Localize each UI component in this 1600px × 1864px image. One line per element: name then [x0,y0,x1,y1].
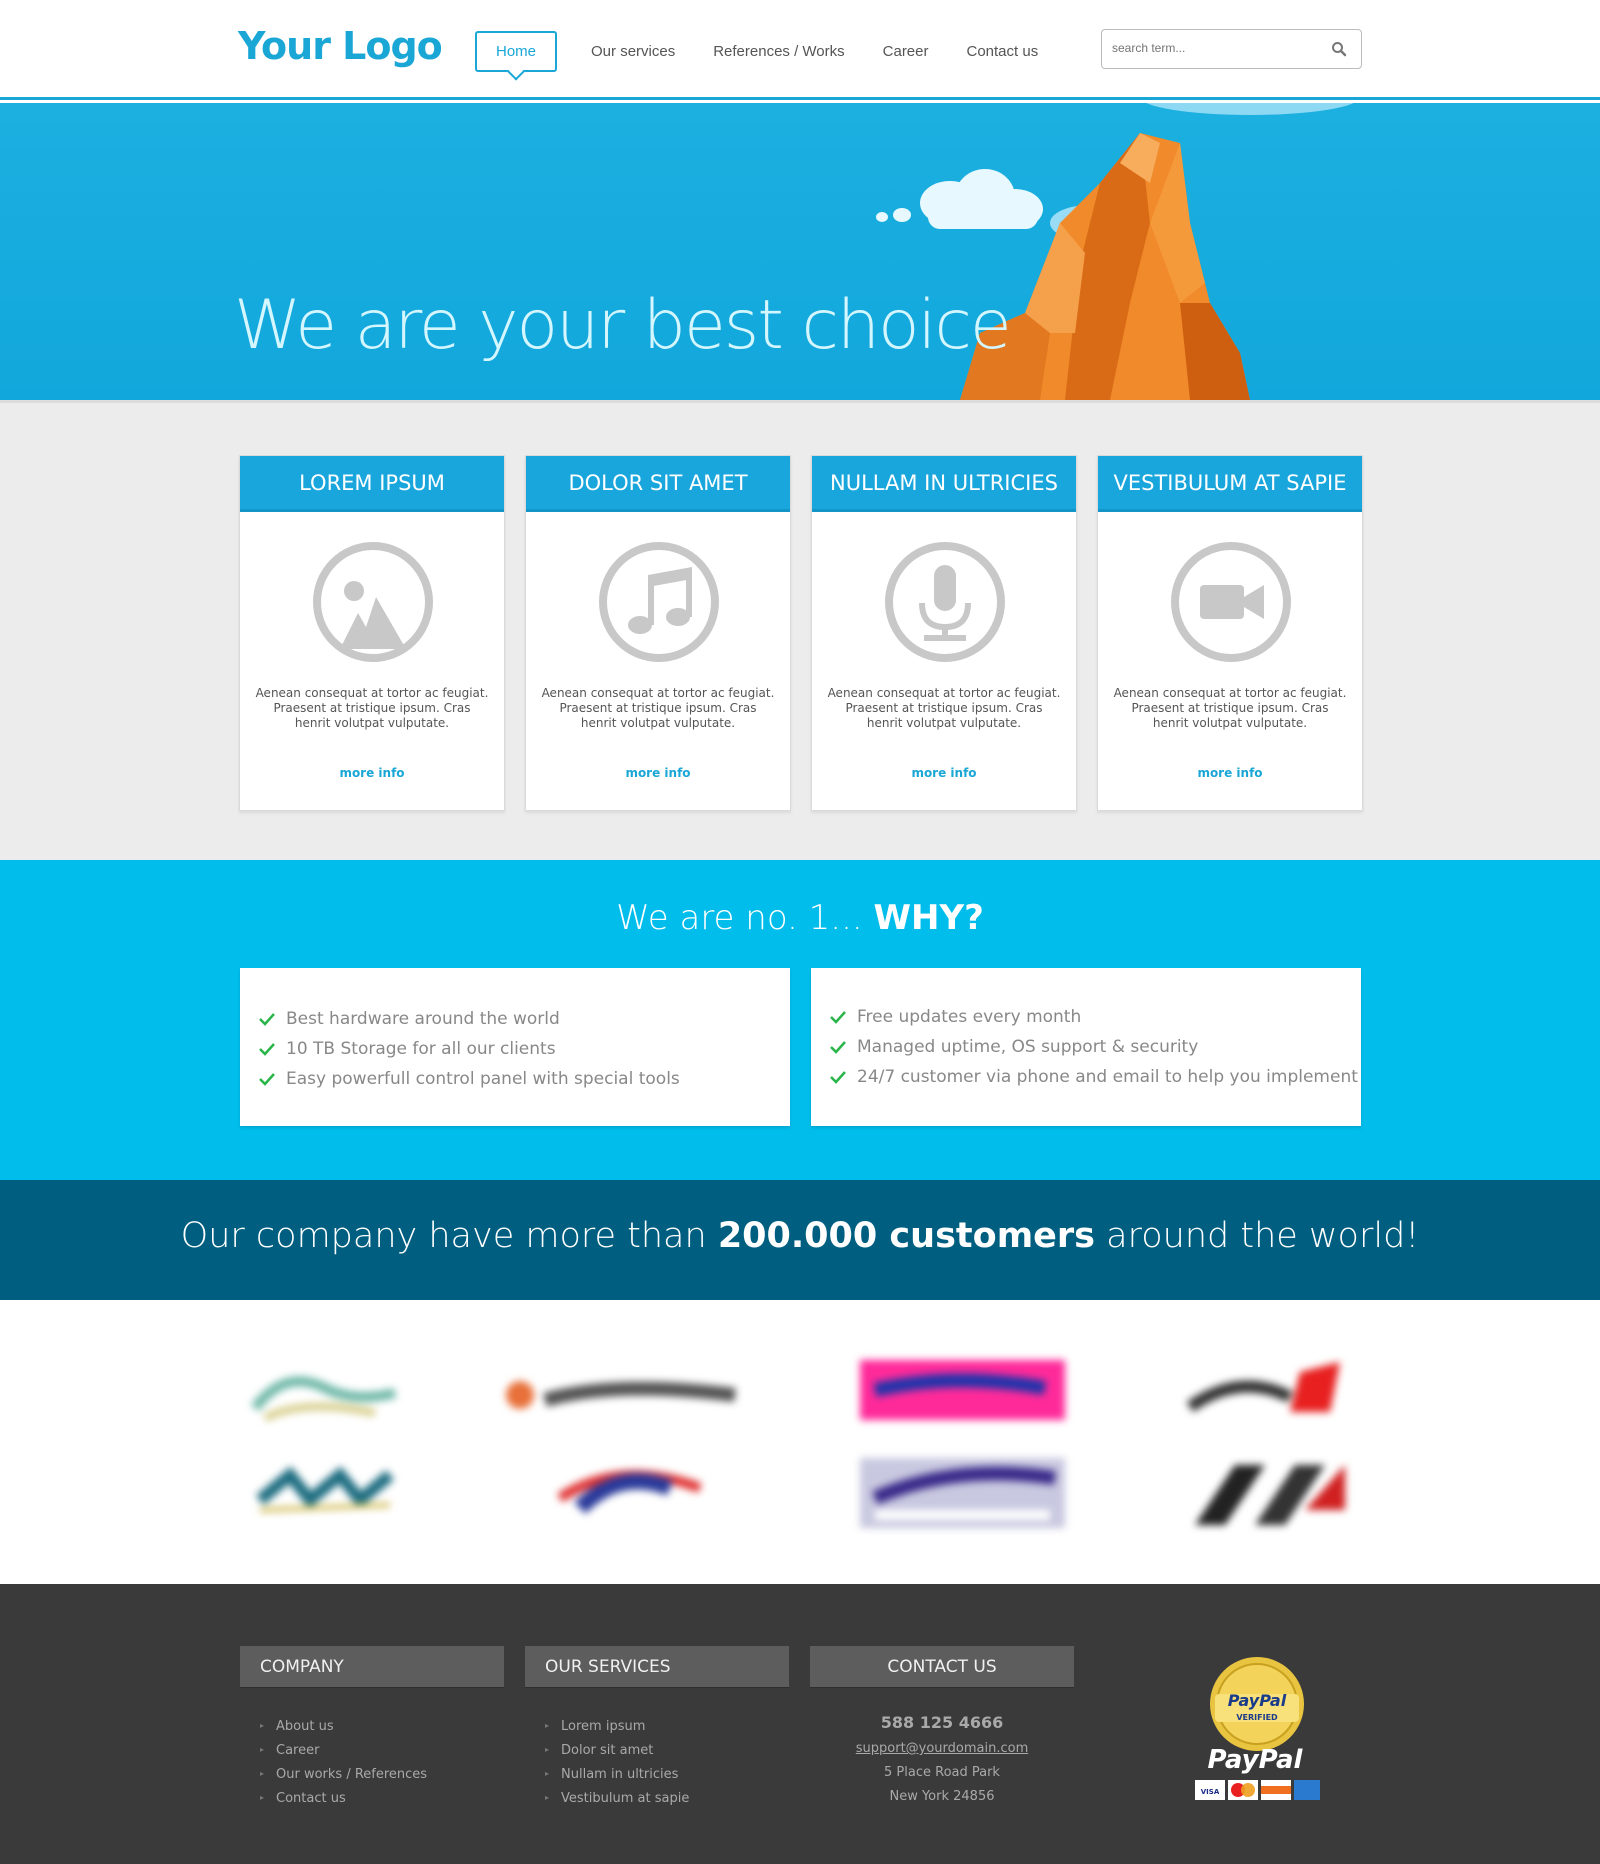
partner-logo [506,1381,736,1409]
feature-card: NULLAM IN ULTRICIES Aenean consequat at … [811,455,1077,811]
more-info-link[interactable]: more info [526,766,790,780]
footer-link-career[interactable]: Career [260,1739,504,1763]
feature-card-text: Aenean consequat at tortor ac feugiat. P… [255,686,489,730]
partner-logo [256,1466,394,1513]
feature-card-text: Aenean consequat at tortor ac feugiat. P… [541,686,775,730]
partner-logo [251,1376,397,1422]
card-logos-icon: VISA [1195,1780,1320,1800]
main-nav: Home Our services References / Works Car… [475,30,1076,72]
more-info-link[interactable]: more info [240,766,504,780]
microphone-icon [885,542,1005,662]
why-list-item: Easy powerfull control panel with specia… [258,1064,790,1094]
partner-logo [1186,1362,1340,1412]
nav-contact-us[interactable]: Contact us [967,43,1039,60]
nav-career[interactable]: Career [883,43,929,60]
search-input[interactable] [1112,41,1322,55]
site-logo[interactable]: Your Logo [238,24,443,68]
contact-address-line: New York 24856 [889,1789,995,1804]
partner-logo [557,1470,702,1514]
footer-contact: CONTACT US 588 125 4666 support@yourdoma… [810,1646,1074,1809]
why-box-right: Free updates every month Managed uptime,… [811,968,1361,1126]
why-list-item: Managed uptime, OS support & security [829,1032,1361,1062]
feature-card-title: LOREM IPSUM [240,456,504,512]
footer-heading: OUR SERVICES [525,1646,789,1687]
check-icon [830,1071,846,1084]
search-box [1101,29,1362,69]
why-title: We are no. 1... WHY? [0,898,1600,938]
footer-link-service[interactable]: Lorem ipsum [545,1715,789,1739]
footer-link-service[interactable]: Dolor sit amet [545,1739,789,1763]
verified-seal-icon: PayPal VERIFIED [1210,1657,1304,1751]
feature-card-title: VESTIBULUM AT SAPIE [1098,456,1362,512]
feature-card-title: DOLOR SIT AMET [526,456,790,512]
footer-link-our-works[interactable]: Our works / References [260,1763,504,1787]
contact-address-line: 5 Place Road Park [884,1765,1000,1780]
nav-our-services[interactable]: Our services [591,43,675,60]
partner-logo [860,1458,1065,1528]
footer-company: COMPANY About us Career Our works / Refe… [240,1646,504,1811]
feature-card-text: Aenean consequat at tortor ac feugiat. P… [1113,686,1347,730]
check-icon [259,1073,275,1086]
why-list-item: 24/7 customer via phone and email to hel… [829,1062,1361,1092]
music-note-icon [599,542,719,662]
why-section: We are no. 1... WHY? Best hardware aroun… [0,860,1600,1180]
partner-logo [1195,1465,1345,1525]
seal-paypal-text: PayPal [1228,1691,1287,1710]
footer-link-service[interactable]: Nullam in ultricies [545,1763,789,1787]
features-section: LOREM IPSUM Aenean consequat at tortor a… [0,400,1600,860]
more-info-link[interactable]: more info [1098,766,1362,780]
contact-phone: 588 125 4666 [880,1713,1004,1732]
video-camera-icon [1171,542,1291,662]
check-icon [830,1011,846,1024]
partner-logo [860,1360,1065,1420]
feature-card-title: NULLAM IN ULTRICIES [812,456,1076,512]
why-box-left: Best hardware around the world 10 TB Sto… [240,968,790,1126]
why-list-item: Free updates every month [829,1002,1361,1032]
partner-logos [0,1300,1600,1584]
check-icon [259,1013,275,1026]
footer-heading: COMPANY [240,1646,504,1687]
customers-text: Our company have more than 200.000 custo… [180,1216,1420,1256]
feature-card: DOLOR SIT AMET Aenean consequat at torto… [525,455,791,811]
footer-services: OUR SERVICES Lorem ipsum Dolor sit amet … [525,1646,789,1811]
contact-email-link[interactable]: support@yourdomain.com [810,1737,1074,1761]
check-icon [259,1043,275,1056]
hero-title: We are your best choice [234,286,1012,365]
footer-link-about-us[interactable]: About us [260,1715,504,1739]
seal-verified-text: VERIFIED [1236,1713,1278,1722]
site-header: Your Logo Home Our services References /… [0,0,1600,100]
paypal-wordmark: PayPal [1208,1745,1304,1775]
site-footer: COMPANY About us Career Our works / Refe… [0,1584,1600,1864]
why-title-bold: WHY? [873,898,984,938]
why-list-item: 10 TB Storage for all our clients [258,1034,790,1064]
why-title-light: We are no. 1... [616,898,863,938]
image-icon [313,542,433,662]
search-icon[interactable] [1331,41,1347,57]
feature-card: VESTIBULUM AT SAPIE Aenean consequat at … [1097,455,1363,811]
check-icon [830,1041,846,1054]
feature-card: LOREM IPSUM Aenean consequat at tortor a… [239,455,505,811]
footer-heading: CONTACT US [810,1646,1074,1687]
footer-link-service[interactable]: Vestibulum at sapie [545,1787,789,1811]
customers-band: Our company have more than 200.000 custo… [0,1180,1600,1300]
why-list-item: Best hardware around the world [258,1004,790,1034]
footer-link-contact-us[interactable]: Contact us [260,1787,504,1811]
hero-banner: We are your best choice [0,103,1600,400]
more-info-link[interactable]: more info [812,766,1076,780]
feature-card-text: Aenean consequat at tortor ac feugiat. P… [827,686,1061,730]
nav-home[interactable]: Home [475,30,558,72]
svg-text:VISA: VISA [1201,1788,1220,1796]
paypal-verified-badge: PayPal VERIFIED PayPal VISA [1195,1657,1320,1800]
nav-references-works[interactable]: References / Works [713,43,844,60]
